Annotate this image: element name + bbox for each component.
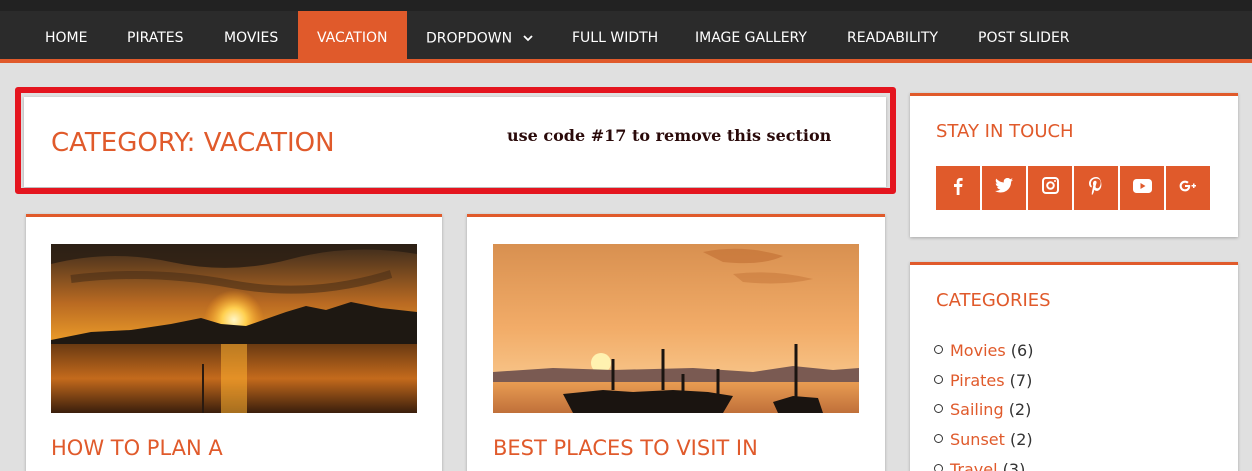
- nav-label: MOVIES: [224, 30, 279, 46]
- category-count: (3): [1002, 459, 1026, 471]
- page-title: CATEGORY: VACATION: [51, 128, 335, 158]
- nav-label: IMAGE GALLERY: [695, 30, 807, 46]
- nav-label: FULL WIDTH: [572, 30, 659, 46]
- list-item: Sunset (2): [934, 425, 1033, 455]
- list-item: Travel (3): [934, 455, 1033, 471]
- category-count: (7): [1009, 370, 1033, 390]
- category-link[interactable]: Movies: [950, 341, 1006, 360]
- nav-label: HOME: [45, 30, 88, 46]
- bullet-icon: [934, 345, 943, 354]
- category-link[interactable]: Sailing: [950, 400, 1004, 419]
- bullet-icon: [934, 404, 943, 414]
- list-item: Pirates (7): [934, 366, 1033, 396]
- post-title-link[interactable]: BEST PLACES TO VISIT IN: [493, 436, 758, 460]
- category-count: (2): [1008, 400, 1032, 420]
- main-navigation: HOME PIRATES MOVIES VACATION DROPDOWN FU…: [0, 11, 1252, 63]
- category-link[interactable]: Pirates: [950, 371, 1005, 390]
- nav-vacation[interactable]: VACATION: [298, 11, 407, 63]
- post-thumbnail-sunset-boats[interactable]: [493, 244, 859, 413]
- nav-label: VACATION: [317, 30, 388, 46]
- chevron-down-icon: [522, 11, 533, 66]
- twitter-icon: [995, 177, 1013, 198]
- facebook-button[interactable]: [936, 166, 980, 210]
- category-link[interactable]: Travel: [950, 460, 998, 471]
- nav-post-slider[interactable]: POST SLIDER: [978, 11, 1070, 63]
- nav-image-gallery[interactable]: IMAGE GALLERY: [695, 11, 807, 63]
- code-note: use code #17 to remove this section: [507, 126, 832, 145]
- twitter-button[interactable]: [982, 166, 1026, 210]
- list-item: Movies (6): [934, 336, 1033, 366]
- bullet-icon: [934, 434, 943, 444]
- nav-label: PIRATES: [127, 30, 184, 46]
- instagram-icon: [1041, 177, 1059, 199]
- nav-movies[interactable]: MOVIES: [224, 11, 278, 63]
- pinterest-button[interactable]: [1074, 166, 1118, 210]
- nav-pirates[interactable]: PIRATES: [127, 11, 184, 63]
- category-count: (2): [1009, 430, 1033, 450]
- category-count: (6): [1010, 341, 1034, 360]
- instagram-button[interactable]: [1028, 166, 1072, 210]
- nav-full-width[interactable]: FULL WIDTH: [572, 11, 658, 63]
- nav-readability[interactable]: READABILITY: [847, 11, 938, 63]
- widget-title: STAY IN TOUCH: [936, 121, 1074, 142]
- stay-in-touch-widget: [910, 93, 1238, 237]
- pinterest-icon: [1089, 176, 1103, 200]
- nav-label: POST SLIDER: [978, 30, 1070, 46]
- nav-home[interactable]: HOME: [45, 11, 87, 63]
- youtube-button[interactable]: [1120, 166, 1164, 210]
- bullet-icon: [934, 463, 943, 471]
- widget-title: CATEGORIES: [936, 290, 1051, 311]
- post-thumbnail-sunset-mountains[interactable]: [51, 244, 417, 413]
- facebook-icon: [951, 177, 965, 200]
- nav-dropdown[interactable]: DROPDOWN: [426, 11, 533, 63]
- list-item: Sailing (2): [934, 395, 1033, 425]
- category-link[interactable]: Sunset: [950, 430, 1005, 449]
- category-list: Movies (6) Pirates (7) Sailing (2) Sunse…: [934, 336, 1033, 471]
- google-plus-button[interactable]: [1166, 166, 1210, 210]
- nav-label: DROPDOWN: [426, 30, 513, 47]
- youtube-icon: [1132, 178, 1152, 198]
- nav-label: READABILITY: [847, 30, 939, 46]
- bullet-icon: [934, 374, 943, 384]
- top-strip: [0, 0, 1252, 11]
- post-title-link[interactable]: HOW TO PLAN A: [51, 436, 223, 460]
- google-plus-icon: [1179, 179, 1197, 197]
